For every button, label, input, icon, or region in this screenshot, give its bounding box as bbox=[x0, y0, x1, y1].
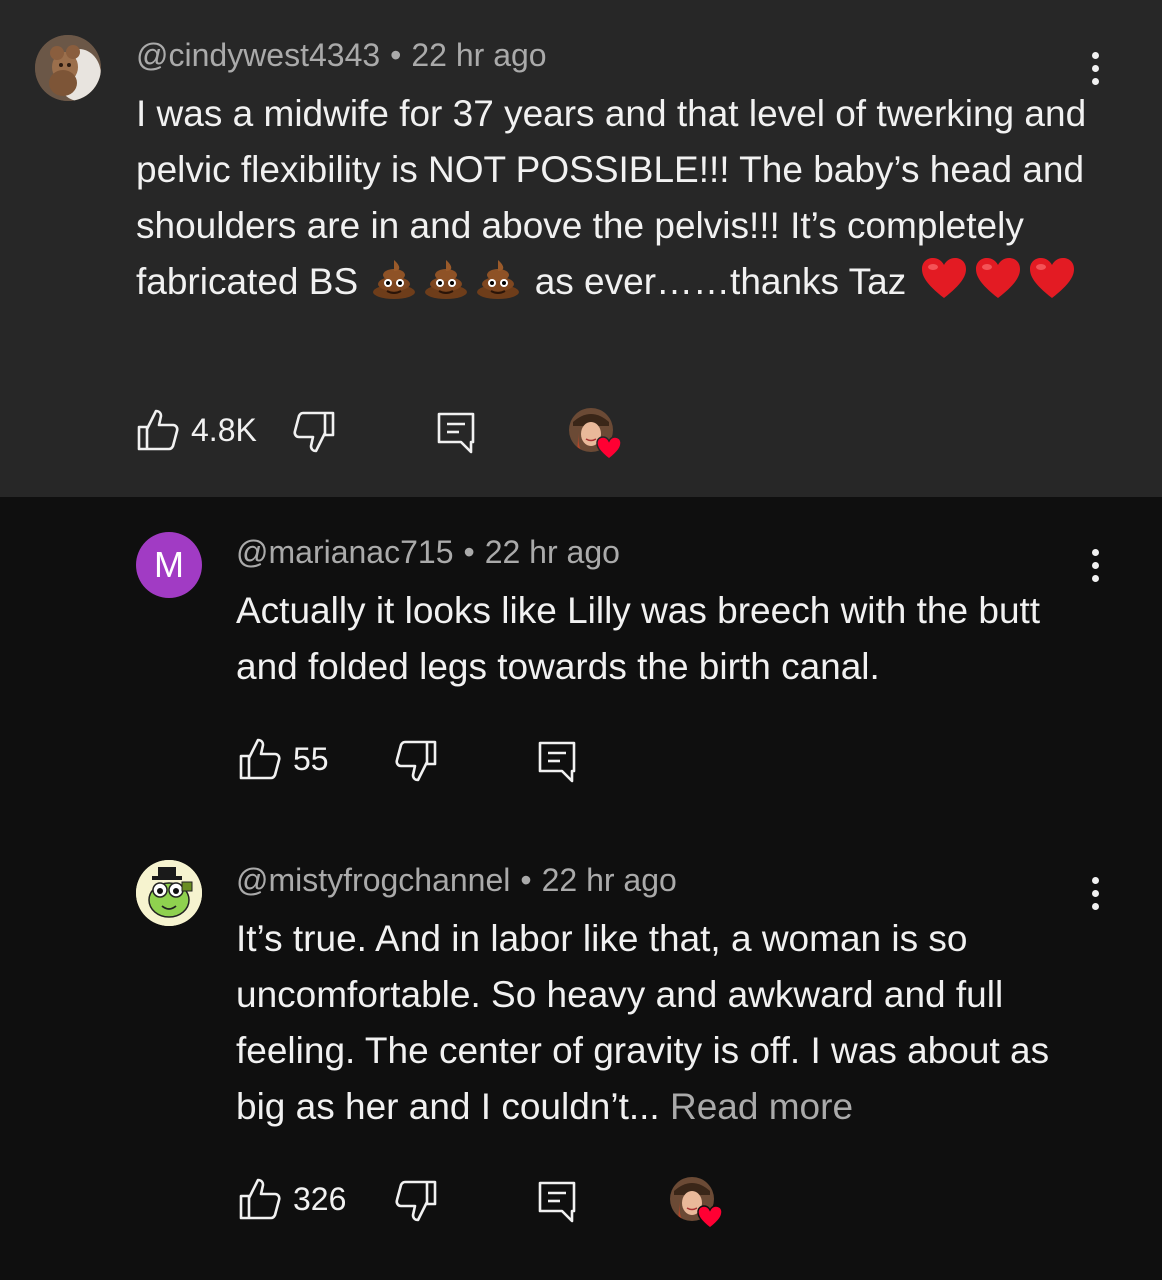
red-heart-emoji-icon bbox=[920, 256, 968, 316]
like-button[interactable] bbox=[238, 1177, 282, 1221]
comment-text: Actually it looks like Lilly was breech … bbox=[236, 590, 1041, 687]
heart-icon bbox=[596, 436, 622, 460]
username[interactable]: @cindywest4343 bbox=[136, 37, 380, 73]
like-button[interactable] bbox=[136, 408, 180, 452]
poop-emoji-icon bbox=[371, 258, 417, 316]
dislike-button[interactable] bbox=[394, 739, 438, 783]
comment-text: I was a midwife for 37 years and that le… bbox=[136, 86, 1096, 316]
more-options-icon[interactable] bbox=[1085, 875, 1105, 915]
timestamp[interactable]: 22 hr ago bbox=[542, 862, 677, 898]
like-count: 4.8K bbox=[191, 412, 257, 448]
red-heart-emoji-icon bbox=[974, 256, 1022, 316]
username[interactable]: @marianac715 bbox=[236, 534, 453, 570]
dislike-button[interactable] bbox=[394, 1179, 438, 1223]
teddy-bear-photo-icon bbox=[35, 35, 101, 101]
username[interactable]: @mistyfrogchannel bbox=[236, 862, 510, 898]
like-count: 55 bbox=[293, 741, 329, 777]
avatar-letter[interactable]: M bbox=[136, 532, 202, 598]
avatar-initial: M bbox=[154, 544, 184, 585]
thumbs-up-icon bbox=[239, 738, 281, 780]
comment-meta: @marianac715 • 22 hr ago bbox=[236, 534, 620, 570]
comment-actions: 4.8K bbox=[136, 408, 656, 460]
comment-marianac715: M @marianac715 • 22 hr ago Actually it loo… bbox=[0, 497, 1162, 825]
comment-meta: @cindywest4343 • 22 hr ago bbox=[136, 37, 547, 73]
more-options-icon[interactable] bbox=[1085, 50, 1105, 90]
dislike-button[interactable] bbox=[292, 410, 336, 454]
poop-emoji-icon bbox=[475, 258, 521, 316]
reply-button[interactable] bbox=[536, 1179, 580, 1223]
comment-cindywest4343: @cindywest4343 • 22 hr ago I was a midwife… bbox=[0, 0, 1162, 497]
frog-cartoon-icon bbox=[136, 860, 202, 926]
timestamp[interactable]: 22 hr ago bbox=[485, 534, 620, 570]
creator-heart-badge bbox=[670, 1177, 723, 1229]
like-button[interactable] bbox=[238, 737, 282, 781]
reply-button[interactable] bbox=[435, 410, 479, 454]
reply-comment-icon bbox=[437, 412, 475, 454]
reply-comment-icon bbox=[538, 1181, 576, 1223]
comment-actions: 55 bbox=[238, 737, 658, 783]
avatar-frog[interactable] bbox=[136, 860, 202, 926]
comment-meta: @mistyfrogchannel • 22 hr ago bbox=[236, 862, 677, 898]
thumbs-down-icon bbox=[293, 411, 335, 453]
thumbs-up-icon bbox=[137, 409, 179, 451]
thumbs-up-icon bbox=[239, 1178, 281, 1220]
comment-text: It’s true. And in labor like that, a wom… bbox=[236, 918, 1050, 1127]
heart-icon bbox=[697, 1205, 723, 1229]
red-heart-emoji-icon bbox=[1028, 256, 1076, 316]
read-more-link[interactable]: Read more bbox=[670, 1086, 853, 1127]
comment-mistyfrogchannel: @mistyfrogchannel • 22 hr ago It’s true. A… bbox=[0, 825, 1162, 1280]
like-count: 326 bbox=[293, 1181, 347, 1217]
more-options-icon[interactable] bbox=[1085, 547, 1105, 587]
reply-comment-icon bbox=[538, 741, 576, 783]
comment-actions: 326 bbox=[238, 1177, 758, 1229]
creator-heart-badge bbox=[569, 408, 622, 460]
timestamp[interactable]: 22 hr ago bbox=[411, 37, 546, 73]
reply-button[interactable] bbox=[536, 739, 580, 783]
thumbs-down-icon bbox=[395, 740, 437, 782]
poop-emoji-icon bbox=[423, 258, 469, 316]
thumbs-down-icon bbox=[395, 1180, 437, 1222]
avatar-teddy-bear[interactable] bbox=[35, 35, 101, 101]
